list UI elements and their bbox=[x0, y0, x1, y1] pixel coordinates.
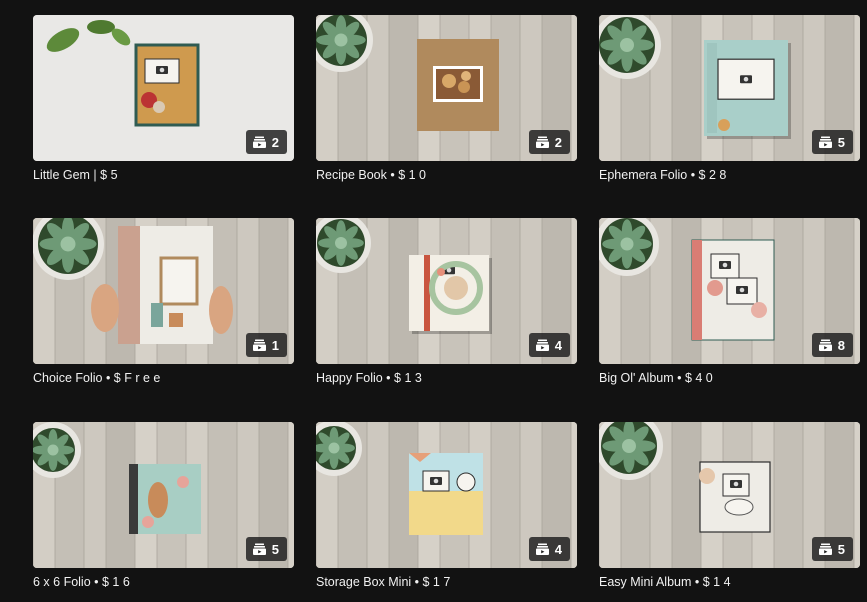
playlist-count-badge: 5 bbox=[811, 537, 853, 561]
video-card[interactable]: 2 Little Gem | $ 5 bbox=[33, 15, 294, 183]
video-card[interactable]: 8 Big Ol' Album • $ 4 0 bbox=[599, 218, 860, 386]
video-grid: 2 Little Gem | $ 5 2 Recipe Book • $ 1 0… bbox=[0, 0, 867, 602]
playlist-count: 2 bbox=[554, 134, 562, 150]
video-thumbnail[interactable]: 5 bbox=[599, 15, 860, 161]
playlist-count-badge: 4 bbox=[528, 333, 570, 357]
playlist-count: 1 bbox=[271, 337, 279, 353]
playlist-count: 5 bbox=[271, 541, 279, 557]
video-card[interactable]: 4 Storage Box Mini • $ 1 7 bbox=[316, 422, 577, 590]
video-title[interactable]: Little Gem | $ 5 bbox=[33, 167, 294, 183]
video-title[interactable]: Easy Mini Album • $ 1 4 bbox=[599, 574, 860, 590]
playlist-count-badge: 5 bbox=[245, 537, 287, 561]
playlist-icon bbox=[252, 339, 266, 351]
playlist-count-badge: 2 bbox=[245, 130, 287, 154]
playlist-icon bbox=[535, 543, 549, 555]
video-card[interactable]: 5 Ephemera Folio • $ 2 8 bbox=[599, 15, 860, 183]
video-title[interactable]: Ephemera Folio • $ 2 8 bbox=[599, 167, 860, 183]
playlist-icon bbox=[535, 136, 549, 148]
playlist-count: 8 bbox=[837, 337, 845, 353]
playlist-count-badge: 5 bbox=[811, 130, 853, 154]
video-card[interactable]: 4 Happy Folio • $ 1 3 bbox=[316, 218, 577, 386]
video-thumbnail[interactable]: 5 bbox=[599, 422, 860, 568]
video-title[interactable]: Recipe Book • $ 1 0 bbox=[316, 167, 577, 183]
video-card[interactable]: 1 Choice Folio • $ F r e e bbox=[33, 218, 294, 386]
playlist-count: 5 bbox=[837, 541, 845, 557]
playlist-count: 5 bbox=[837, 134, 845, 150]
video-thumbnail[interactable]: 2 bbox=[316, 15, 577, 161]
playlist-icon bbox=[818, 543, 832, 555]
video-card[interactable]: 5 6 x 6 Folio • $ 1 6 bbox=[33, 422, 294, 590]
playlist-icon bbox=[252, 543, 266, 555]
playlist-count: 4 bbox=[554, 337, 562, 353]
video-title[interactable]: Storage Box Mini • $ 1 7 bbox=[316, 574, 577, 590]
video-thumbnail[interactable]: 4 bbox=[316, 422, 577, 568]
playlist-count-badge: 8 bbox=[811, 333, 853, 357]
video-card[interactable]: 5 Easy Mini Album • $ 1 4 bbox=[599, 422, 860, 590]
playlist-count-badge: 2 bbox=[528, 130, 570, 154]
video-thumbnail[interactable]: 4 bbox=[316, 218, 577, 364]
playlist-icon bbox=[818, 136, 832, 148]
playlist-count: 2 bbox=[271, 134, 279, 150]
playlist-count-badge: 4 bbox=[528, 537, 570, 561]
playlist-icon bbox=[535, 339, 549, 351]
video-thumbnail[interactable]: 5 bbox=[33, 422, 294, 568]
video-thumbnail[interactable]: 2 bbox=[33, 15, 294, 161]
playlist-count: 4 bbox=[554, 541, 562, 557]
video-title[interactable]: 6 x 6 Folio • $ 1 6 bbox=[33, 574, 294, 590]
video-card[interactable]: 2 Recipe Book • $ 1 0 bbox=[316, 15, 577, 183]
playlist-icon bbox=[818, 339, 832, 351]
video-thumbnail[interactable]: 8 bbox=[599, 218, 860, 364]
video-thumbnail[interactable]: 1 bbox=[33, 218, 294, 364]
playlist-count-badge: 1 bbox=[245, 333, 287, 357]
video-title[interactable]: Happy Folio • $ 1 3 bbox=[316, 370, 577, 386]
video-title[interactable]: Big Ol' Album • $ 4 0 bbox=[599, 370, 860, 386]
playlist-icon bbox=[252, 136, 266, 148]
video-title[interactable]: Choice Folio • $ F r e e bbox=[33, 370, 294, 386]
